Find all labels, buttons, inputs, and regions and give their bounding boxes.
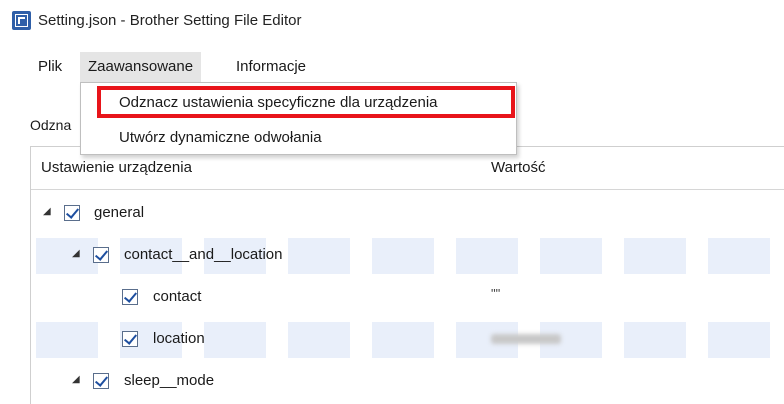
row-label: location — [153, 330, 205, 347]
tree-row-general[interactable]: ◢ general — [31, 193, 784, 235]
column-header-value[interactable]: Wartość — [491, 159, 545, 176]
checkbox-icon[interactable] — [64, 205, 80, 221]
row-value[interactable]: "" — [491, 286, 500, 301]
tree-row-contact[interactable]: contact "" — [31, 277, 784, 319]
title-bar: Setting.json - Brother Setting File Edit… — [0, 0, 784, 46]
expand-triangle-icon[interactable]: ◢ — [72, 374, 80, 385]
group-label: Odzna — [30, 117, 72, 133]
menu-zaawansowane[interactable]: Zaawansowane — [80, 52, 202, 82]
app-icon — [12, 11, 31, 30]
checkbox-icon[interactable] — [93, 247, 109, 263]
window-title: Setting.json - Brother Setting File Edit… — [38, 12, 302, 29]
menu-informacje[interactable]: Informacje — [228, 52, 314, 82]
redacted-value[interactable] — [491, 334, 561, 344]
tree-row-location[interactable]: location — [31, 319, 784, 361]
menu-bar: Plik Zaawansowane Informacje — [0, 52, 784, 82]
row-label: general — [94, 204, 145, 221]
row-label: sleep__mode — [124, 372, 215, 389]
checkbox-icon[interactable] — [93, 373, 109, 389]
menu-item-create-dynamic-references[interactable]: Utwórz dynamiczne odwołania — [81, 121, 516, 155]
expand-triangle-icon[interactable]: ◢ — [72, 248, 80, 259]
row-label: contact__and__location — [124, 246, 283, 263]
menu-plik[interactable]: Plik — [30, 52, 70, 82]
menu-item-uncheck-device-specific[interactable]: Odznacz ustawienia specyficzne dla urząd… — [81, 86, 516, 120]
row-label: contact — [153, 288, 202, 305]
tree-row-sleep-mode[interactable]: ◢ sleep__mode — [31, 361, 784, 403]
tree-row-contact-and-location[interactable]: ◢ contact__and__location — [31, 235, 784, 277]
checkbox-icon[interactable] — [122, 331, 138, 347]
settings-grid: Ustawienie urządzenia Wartość ◢ general … — [30, 146, 784, 404]
checkbox-icon[interactable] — [122, 289, 138, 305]
column-header-setting[interactable]: Ustawienie urządzenia — [41, 159, 192, 176]
expand-triangle-icon[interactable]: ◢ — [43, 206, 51, 217]
advanced-menu-dropdown: Odznacz ustawienia specyficzne dla urząd… — [80, 82, 517, 155]
